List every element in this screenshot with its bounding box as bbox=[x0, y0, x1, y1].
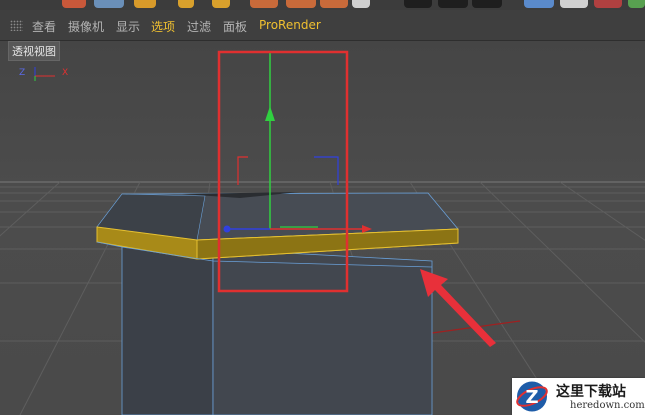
toolbar-icon[interactable] bbox=[320, 0, 348, 8]
pillar-object[interactable] bbox=[96, 192, 459, 415]
toolbar-icon[interactable] bbox=[178, 0, 194, 8]
axis-label-x: X bbox=[62, 68, 68, 78]
watermark-title: 这里下载站 bbox=[556, 384, 626, 400]
viewport-menubar: 查看 摄像机 显示 选项 过滤 面板 ProRender bbox=[0, 10, 645, 41]
toolbar-icon[interactable] bbox=[250, 0, 278, 8]
toolbar-strip bbox=[0, 0, 645, 10]
z-axis-knob-icon[interactable] bbox=[223, 225, 231, 233]
axis-indicator: Z X bbox=[19, 67, 68, 81]
menu-view[interactable]: 查看 bbox=[32, 18, 56, 35]
watermark-badge: Z 这里下载站 heredown.com bbox=[512, 378, 645, 415]
toolbar-icon[interactable] bbox=[352, 0, 370, 8]
toolbar-icon[interactable] bbox=[94, 0, 124, 8]
grip-handle-icon[interactable] bbox=[10, 20, 23, 31]
toolbar-icon[interactable] bbox=[286, 0, 316, 8]
toolbar-icon[interactable] bbox=[560, 0, 588, 8]
bracket-right-icon bbox=[314, 156, 339, 185]
toolbar-icon[interactable] bbox=[62, 0, 86, 8]
bracket-left-icon bbox=[237, 156, 248, 185]
menu-panel[interactable]: 面板 bbox=[223, 18, 247, 35]
y-axis-arrow-icon[interactable] bbox=[265, 106, 275, 121]
menu-cameras[interactable]: 摄像机 bbox=[68, 18, 104, 35]
watermark-logo-letter: Z bbox=[525, 387, 538, 408]
toolbar-icon[interactable] bbox=[628, 0, 645, 8]
toolbar-icon[interactable] bbox=[524, 0, 554, 8]
toolbar-icon[interactable] bbox=[438, 0, 468, 8]
menu-display[interactable]: 显示 bbox=[116, 18, 140, 35]
toolbar-icon[interactable] bbox=[404, 0, 432, 8]
menu-prorender[interactable]: ProRender bbox=[259, 18, 321, 32]
toolbar-icon[interactable] bbox=[594, 0, 622, 8]
perspective-viewport[interactable]: Z X 透视视图 bbox=[0, 41, 645, 415]
watermark-url: heredown.com bbox=[570, 400, 645, 411]
viewport-label: 透视视图 bbox=[8, 41, 60, 61]
menu-filter[interactable]: 过滤 bbox=[187, 18, 211, 35]
viewport-canvas[interactable]: Z X bbox=[0, 41, 645, 415]
toolbar-icon[interactable] bbox=[134, 0, 156, 8]
menu-options[interactable]: 选项 bbox=[151, 18, 175, 35]
toolbar-icon[interactable] bbox=[212, 0, 230, 8]
axis-label-z: Z bbox=[19, 68, 25, 78]
watermark-logo-icon: Z bbox=[516, 381, 548, 412]
toolbar-icon[interactable] bbox=[472, 0, 502, 8]
